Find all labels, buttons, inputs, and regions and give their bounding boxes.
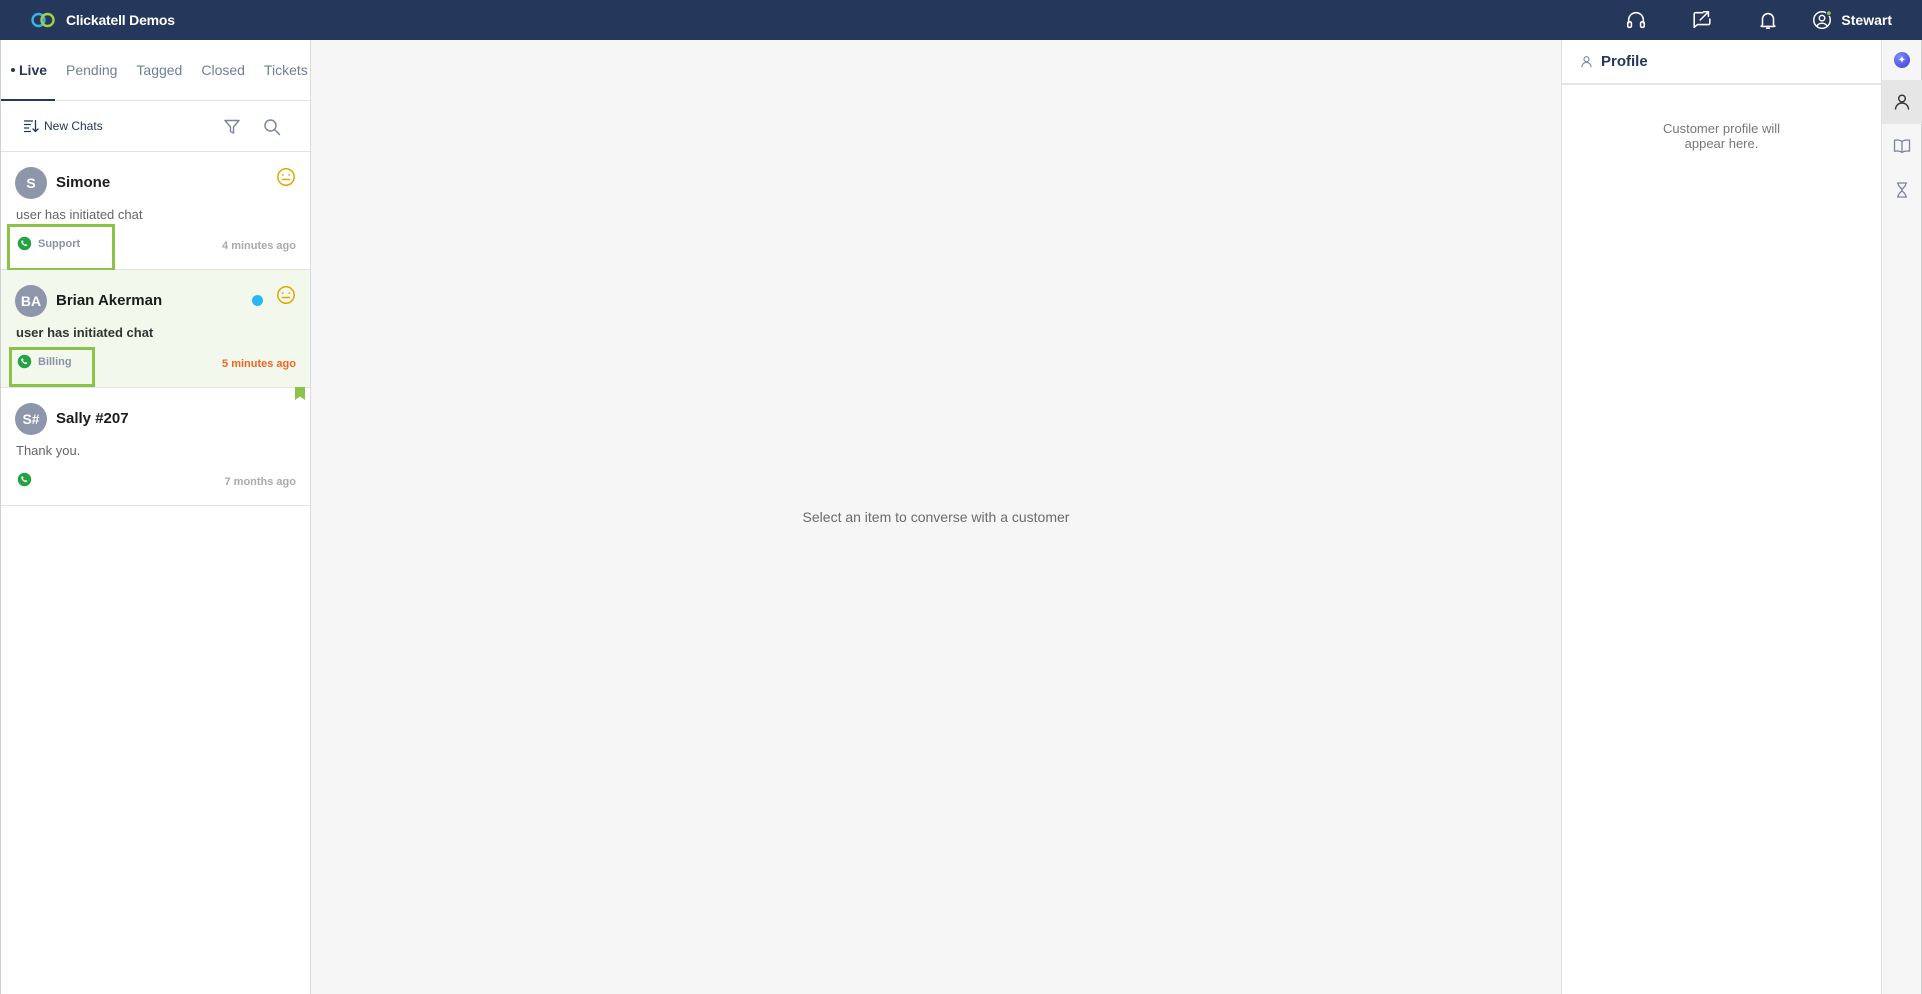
person-icon bbox=[1581, 56, 1592, 68]
profile-empty-message: Customer profile will appear here. bbox=[1662, 121, 1781, 151]
user-menu[interactable]: Stewart bbox=[1811, 9, 1892, 31]
unread-indicator bbox=[252, 295, 263, 306]
chat-last-message: user has initiated chat bbox=[16, 207, 143, 222]
tab-live[interactable]: Live bbox=[0, 40, 56, 101]
filter-icon[interactable] bbox=[212, 118, 252, 136]
chat-contact-name: Brian Akerman bbox=[56, 292, 163, 309]
person-icon bbox=[1894, 94, 1910, 110]
empty-state-message: Select an item to converse with a custom… bbox=[802, 509, 1070, 525]
chat-last-message: user has initiated chat bbox=[16, 325, 154, 340]
profile-panel: Profile Customer profile will appear her… bbox=[1561, 40, 1881, 994]
avatar: BA bbox=[15, 285, 47, 317]
chat-item-brian-akerman[interactable]: BA Brian Akerman user has initiated chat… bbox=[1, 270, 310, 388]
knowledge-base-button[interactable] bbox=[1882, 124, 1922, 168]
profile-title: Profile bbox=[1601, 53, 1648, 70]
sort-icon bbox=[23, 119, 39, 133]
ai-sparkle-icon: ✦ bbox=[1894, 52, 1910, 68]
bell-icon[interactable] bbox=[1735, 0, 1801, 40]
outbound-message-icon[interactable] bbox=[1669, 0, 1735, 40]
chat-channel: Support bbox=[17, 236, 80, 251]
chat-timestamp: 7 months ago bbox=[224, 476, 296, 488]
bookmark-icon bbox=[295, 387, 305, 400]
tab-closed[interactable]: Closed bbox=[201, 40, 245, 101]
open-book-icon bbox=[1893, 139, 1911, 154]
conversation-tabs: Live Pending Tagged Closed Tickets bbox=[0, 40, 310, 101]
profile-header: Profile bbox=[1562, 40, 1881, 85]
list-tool-icons bbox=[212, 101, 292, 152]
chat-last-message: Thank you. bbox=[16, 443, 81, 458]
tab-tickets[interactable]: Tickets bbox=[264, 40, 308, 101]
top-bar: Clickatell Demos Stewart bbox=[0, 0, 1922, 40]
profile-tab-button[interactable] bbox=[1882, 80, 1922, 124]
sort-label: New Chats bbox=[44, 119, 103, 133]
user-name: Stewart bbox=[1841, 12, 1892, 28]
user-status-icon bbox=[1813, 10, 1833, 29]
clickatell-logo-icon bbox=[31, 12, 55, 28]
neutral-face-icon bbox=[277, 286, 295, 304]
chat-item-sally-207[interactable]: S# Sally #207 Thank you. 7 months ago bbox=[1, 387, 310, 506]
top-actions: Stewart bbox=[1603, 0, 1922, 40]
avatar: S bbox=[15, 167, 47, 199]
brand[interactable]: Clickatell Demos bbox=[30, 11, 175, 29]
list-toolbar: New Chats bbox=[1, 101, 310, 152]
tab-tagged[interactable]: Tagged bbox=[136, 40, 182, 101]
conversation-area: Select an item to converse with a custom… bbox=[311, 40, 1561, 994]
chat-timestamp: 5 minutes ago bbox=[222, 358, 296, 370]
tab-pending[interactable]: Pending bbox=[66, 40, 117, 101]
app-title: Clickatell Demos bbox=[66, 12, 175, 28]
whatsapp-icon bbox=[17, 472, 32, 487]
neutral-face-icon bbox=[277, 168, 295, 186]
chat-channel bbox=[17, 472, 38, 487]
search-icon[interactable] bbox=[252, 118, 292, 136]
avatar: S# bbox=[15, 403, 47, 435]
headset-icon[interactable] bbox=[1603, 0, 1669, 40]
sort-button[interactable]: New Chats bbox=[23, 118, 103, 134]
whatsapp-icon bbox=[17, 236, 32, 251]
chat-timestamp: 4 minutes ago bbox=[222, 240, 296, 252]
chat-channel-label: Billing bbox=[38, 355, 72, 368]
hourglass-icon bbox=[1897, 182, 1907, 198]
ai-assistant-button[interactable]: ✦ bbox=[1882, 40, 1922, 80]
chat-channel: Billing bbox=[17, 354, 72, 369]
history-button[interactable] bbox=[1882, 168, 1922, 212]
chat-contact-name: Sally #207 bbox=[56, 410, 129, 427]
chat-item-simone[interactable]: S Simone user has initiated chat Support… bbox=[1, 152, 310, 271]
chat-channel-label: Support bbox=[38, 237, 81, 250]
conversation-list-panel: Live Pending Tagged Closed Tickets New C… bbox=[0, 40, 311, 994]
right-side-rail: ✦ bbox=[1881, 40, 1922, 994]
chat-contact-name: Simone bbox=[56, 174, 111, 191]
whatsapp-icon bbox=[17, 354, 32, 369]
